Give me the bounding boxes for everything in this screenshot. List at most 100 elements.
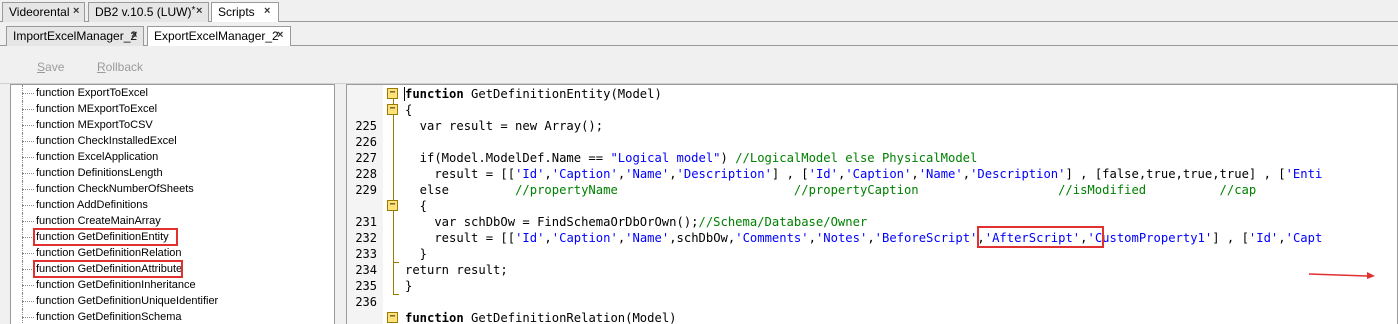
tree-item-label: function GetDefinitionRelation bbox=[36, 247, 182, 259]
tree-item[interactable]: function MExportToExcel bbox=[11, 101, 334, 117]
tree-item[interactable]: function CheckNumberOfSheets bbox=[11, 181, 334, 197]
code-text: return result; bbox=[405, 263, 508, 277]
tree-item[interactable]: function ExportToExcel bbox=[11, 85, 334, 101]
code-text: result = [['Id','Caption','Name','Descri… bbox=[405, 167, 1323, 181]
code-line: − { bbox=[347, 198, 1397, 214]
tab-scripts[interactable]: Scripts × bbox=[211, 2, 279, 23]
close-icon[interactable]: × bbox=[73, 5, 79, 17]
close-icon[interactable]: × bbox=[264, 5, 270, 17]
close-icon[interactable]: × bbox=[277, 29, 283, 41]
code-line: 226 bbox=[347, 134, 1397, 150]
tree-item-label: function CheckNumberOfSheets bbox=[36, 183, 194, 195]
save-label: ave bbox=[45, 60, 65, 74]
code-line: 225 var result = new Array(); bbox=[347, 118, 1397, 134]
code-line: 231 var schDbOw = FindSchemaOrDbOrOwn();… bbox=[347, 214, 1397, 230]
code-text: var schDbOw = FindSchemaOrDbOrOwn();//Sc… bbox=[405, 215, 868, 229]
text-cursor bbox=[404, 87, 405, 101]
highlight-box bbox=[33, 260, 183, 278]
tree-item[interactable]: function CreateMainArray bbox=[11, 213, 334, 229]
line-number: 229 bbox=[355, 183, 377, 197]
line-number: 231 bbox=[355, 215, 377, 229]
tree-item[interactable]: function AddDefinitions bbox=[11, 197, 334, 213]
code-line: 227 if(Model.ModelDef.Name == "Logical m… bbox=[347, 150, 1397, 166]
code-line: − function GetDefinitionEntity(Model) bbox=[347, 86, 1397, 102]
highlight-box bbox=[977, 226, 1104, 248]
line-number: 228 bbox=[355, 167, 377, 181]
rollback-button[interactable]: Rollback bbox=[97, 60, 143, 74]
code-text: if(Model.ModelDef.Name == "Logical model… bbox=[405, 151, 978, 165]
tree-item-label: function CheckInstalledExcel bbox=[36, 135, 177, 147]
tab-export-excel-manager[interactable]: ExportExcelManager_2 × bbox=[147, 26, 291, 47]
code-text: { bbox=[405, 199, 428, 213]
tab-db2[interactable]: DB2 v.10.5 (LUW)* × bbox=[88, 2, 209, 22]
tree-item-label: function CreateMainArray bbox=[36, 215, 161, 227]
tree-item[interactable]: function GetDefinitionRelation bbox=[11, 245, 334, 261]
code-line: 232 result = [['Id','Caption','Name',sch… bbox=[347, 230, 1397, 246]
code-line: 234 return result; bbox=[347, 262, 1397, 278]
code-line: − function GetDefinitionRelation(Model) bbox=[347, 310, 1397, 324]
custom-property-string: 'CustomProperty1' bbox=[1087, 231, 1213, 245]
script-editor[interactable]: − function GetDefinitionEntity(Model) − … bbox=[346, 84, 1398, 324]
tab-videorental[interactable]: Videorental × bbox=[2, 2, 85, 22]
close-icon[interactable]: × bbox=[196, 5, 202, 17]
code-text: result = [['Id','Caption','Name',schDbOw… bbox=[405, 231, 1323, 245]
code-text: else //propertyName //propertyCaption //… bbox=[405, 183, 1257, 197]
line-number: 235 bbox=[355, 279, 377, 293]
fold-toggle-icon[interactable]: − bbox=[387, 312, 398, 323]
tab-label: Scripts bbox=[218, 5, 255, 19]
tree-item[interactable]: function GetDefinitionUniqueIdentifier bbox=[11, 293, 334, 309]
tree-item-label: function AddDefinitions bbox=[36, 199, 148, 211]
toolbar: Save Rollback bbox=[0, 46, 1398, 84]
save-accelerator: S bbox=[37, 60, 46, 74]
line-number: 232 bbox=[355, 231, 377, 245]
tree-item-label: function ExcelApplication bbox=[36, 151, 159, 163]
tab-label: ImportExcelManager_2 bbox=[13, 29, 138, 43]
tab-label: DB2 v.10.5 (LUW) bbox=[95, 5, 192, 19]
highlight-box bbox=[33, 228, 178, 246]
tree-item[interactable]: function GetDefinitionSchema bbox=[11, 309, 334, 324]
tree-item[interactable]: function GetDefinitionInheritance bbox=[11, 277, 334, 293]
tree-item-label: function GetDefinitionUniqueIdentifier bbox=[36, 295, 219, 307]
tree-item[interactable]: function ExcelApplication bbox=[11, 149, 334, 165]
code-line: 228 result = [['Id','Caption','Name','De… bbox=[347, 166, 1397, 182]
tab-label: Videorental bbox=[9, 5, 70, 19]
code-line: − { bbox=[347, 102, 1397, 118]
fold-toggle-icon[interactable]: − bbox=[387, 200, 398, 211]
save-button[interactable]: Save bbox=[37, 60, 64, 74]
code-line: 235 } bbox=[347, 278, 1397, 294]
tab-import-excel-manager[interactable]: ImportExcelManager_2 × bbox=[6, 26, 144, 46]
arrow-right-icon bbox=[1308, 272, 1375, 279]
tree-item-label: function MExportToExcel bbox=[36, 103, 158, 115]
tree-item-label: function GetDefinitionSchema bbox=[36, 311, 182, 323]
function-tree[interactable]: function ExportToExcel function MExportT… bbox=[10, 84, 335, 324]
tree-item-label: function DefinitionsLength bbox=[36, 167, 163, 179]
rollback-label: ollback bbox=[105, 60, 144, 74]
unsaved-indicator: * bbox=[191, 5, 196, 16]
line-number: 234 bbox=[355, 263, 377, 277]
tab-label: ExportExcelManager_2 bbox=[154, 29, 279, 43]
code-text: { bbox=[405, 103, 413, 117]
code-text: var result = new Array(); bbox=[405, 119, 604, 133]
tree-item-label: function MExportToCSV bbox=[36, 119, 153, 131]
fold-toggle-icon[interactable]: − bbox=[387, 104, 398, 115]
code-text: function GetDefinitionEntity(Model) bbox=[405, 87, 662, 101]
document-tab-strip: Videorental × DB2 v.10.5 (LUW)* × Script… bbox=[0, 0, 1398, 23]
code-text: } bbox=[405, 247, 428, 261]
line-number: 225 bbox=[355, 119, 377, 133]
script-tab-strip: ImportExcelManager_2 × ExportExcelManage… bbox=[0, 22, 1398, 47]
code-line: 229 else //propertyName //propertyCaptio… bbox=[347, 182, 1397, 198]
tree-item[interactable]: function DefinitionsLength bbox=[11, 165, 334, 181]
close-icon[interactable]: × bbox=[131, 29, 137, 41]
tree-item-label: function ExportToExcel bbox=[36, 87, 148, 99]
rollback-accelerator: R bbox=[97, 60, 106, 74]
tree-item-label: function GetDefinitionInheritance bbox=[36, 279, 196, 291]
tree-item[interactable]: function MExportToCSV bbox=[11, 117, 334, 133]
line-number: 226 bbox=[355, 135, 377, 149]
fold-toggle-icon[interactable]: − bbox=[387, 88, 398, 99]
code-line: 236 bbox=[347, 294, 1397, 310]
tree-item[interactable]: function CheckInstalledExcel bbox=[11, 133, 334, 149]
line-number: 236 bbox=[355, 295, 377, 309]
line-number: 227 bbox=[355, 151, 377, 165]
code-text: } bbox=[405, 279, 413, 293]
code-text: function GetDefinitionRelation(Model) bbox=[405, 311, 677, 324]
